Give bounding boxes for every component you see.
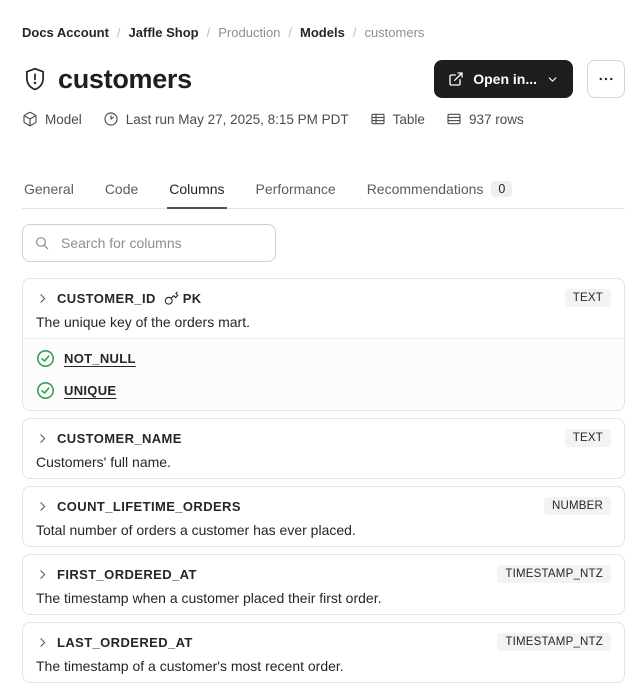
column-name[interactable]: CUSTOMER_ID (57, 291, 156, 306)
meta-materialization: Table (370, 111, 425, 127)
key-icon (164, 291, 179, 306)
external-link-icon (448, 71, 464, 87)
meta-resource-type: Model (22, 111, 82, 127)
pk-label: PK (182, 290, 202, 306)
tab-label: Performance (255, 181, 336, 197)
check-circle-icon (36, 381, 55, 400)
test-link[interactable]: UNIQUE (64, 383, 116, 398)
column-tests: NOT_NULL UNIQUE (23, 338, 624, 410)
meta-last-run: Last run May 27, 2025, 8:15 PM PDT (103, 111, 349, 127)
column-card-main: COUNT_LIFETIME_ORDERS NUMBER Total numbe… (23, 487, 624, 546)
more-options-button[interactable] (587, 60, 625, 98)
breadcrumb-item-docs-account[interactable]: Docs Account (22, 25, 109, 40)
column-name[interactable]: COUNT_LIFETIME_ORDERS (57, 499, 241, 514)
column-description: Total number of orders a customer has ev… (36, 522, 356, 538)
tab-performance[interactable]: Performance (254, 175, 338, 208)
column-card: CUSTOMER_NAME TEXT Customers' full name. (22, 418, 625, 479)
tab-label: Recommendations (366, 181, 484, 197)
breadcrumb-separator: / (288, 25, 293, 40)
rows-icon (446, 111, 462, 127)
chevron-right-icon[interactable] (36, 292, 49, 305)
breadcrumb: Docs Account / Jaffle Shop / Production … (22, 25, 625, 40)
column-card: COUNT_LIFETIME_ORDERS NUMBER Total numbe… (22, 486, 625, 547)
column-header-row[interactable]: COUNT_LIFETIME_ORDERS NUMBER (36, 496, 611, 516)
column-header-row[interactable]: FIRST_ORDERED_AT TIMESTAMP_NTZ (36, 564, 611, 584)
column-type-badge: TEXT (564, 289, 611, 307)
column-search (22, 224, 276, 262)
column-card-main: LAST_ORDERED_AT TIMESTAMP_NTZ The timest… (23, 623, 624, 682)
column-list: CUSTOMER_ID PK TEXT The unique key of th… (22, 278, 625, 683)
chevron-right-icon[interactable] (36, 636, 49, 649)
column-card: LAST_ORDERED_AT TIMESTAMP_NTZ The timest… (22, 622, 625, 683)
meta-resource-type-label: Model (45, 111, 82, 127)
column-card-main: CUSTOMER_ID PK TEXT The unique key of th… (23, 279, 624, 338)
breadcrumb-item-customers: customers (364, 25, 425, 40)
page-title: customers (58, 63, 192, 94)
chevron-right-icon[interactable] (36, 432, 49, 445)
breadcrumb-item-jaffle-shop[interactable]: Jaffle Shop (129, 25, 199, 40)
breadcrumb-separator: / (206, 25, 211, 40)
tab-columns[interactable]: Columns (167, 175, 227, 209)
column-type-badge: TEXT (564, 429, 611, 447)
table-icon (370, 111, 386, 127)
column-card: FIRST_ORDERED_AT TIMESTAMP_NTZ The times… (22, 554, 625, 615)
meta-last-run-label: Last run May 27, 2025, 8:15 PM PDT (125, 111, 349, 127)
tab-general[interactable]: General (22, 175, 76, 208)
column-header-row[interactable]: CUSTOMER_NAME TEXT (36, 428, 611, 448)
column-description: The unique key of the orders mart. (36, 314, 250, 330)
check-circle-icon (36, 349, 55, 368)
column-name[interactable]: LAST_ORDERED_AT (57, 635, 193, 650)
ellipsis-icon (597, 70, 615, 88)
title-row: customers Open in... (22, 60, 625, 98)
test-row: NOT_NULL (36, 349, 611, 368)
test-link[interactable]: NOT_NULL (64, 351, 136, 366)
column-description: Customers' full name. (36, 454, 171, 470)
tab-recommendations[interactable]: Recommendations 0 (365, 175, 515, 208)
tab-bar: General Code Columns Performance Recomme… (22, 175, 625, 209)
search-input[interactable] (59, 234, 264, 252)
column-header-row[interactable]: CUSTOMER_ID PK TEXT (36, 288, 611, 308)
tab-label: Code (104, 181, 139, 197)
page: Docs Account / Jaffle Shop / Production … (0, 0, 643, 683)
column-description: The timestamp of a customer's most recen… (36, 658, 344, 674)
breadcrumb-item-models[interactable]: Models (300, 25, 345, 40)
open-in-label: Open in... (473, 71, 537, 87)
breadcrumb-separator: / (116, 25, 121, 40)
column-type-badge: NUMBER (543, 497, 611, 515)
clock-icon (103, 111, 119, 127)
meta-row: Model Last run May 27, 2025, 8:15 PM PDT (22, 111, 625, 127)
tab-label: Columns (169, 181, 225, 197)
column-card-main: CUSTOMER_NAME TEXT Customers' full name. (23, 419, 624, 478)
shield-alert-icon (22, 66, 48, 92)
column-name[interactable]: CUSTOMER_NAME (57, 431, 182, 446)
open-in-button[interactable]: Open in... (434, 60, 573, 98)
column-name[interactable]: FIRST_ORDERED_AT (57, 567, 197, 582)
column-type-badge: TIMESTAMP_NTZ (497, 565, 611, 583)
meta-materialization-label: Table (392, 111, 425, 127)
recommendations-count-badge: 0 (491, 181, 513, 197)
column-description: The timestamp when a customer placed the… (36, 590, 382, 606)
test-row: UNIQUE (36, 381, 611, 400)
breadcrumb-item-production[interactable]: Production (218, 25, 280, 40)
chevron-down-icon (546, 73, 559, 86)
column-card: CUSTOMER_ID PK TEXT The unique key of th… (22, 278, 625, 411)
primary-key-indicator: PK (164, 291, 202, 306)
chevron-right-icon[interactable] (36, 500, 49, 513)
meta-row-count-label: 937 rows (468, 111, 524, 127)
cube-icon (22, 111, 38, 127)
breadcrumb-separator: / (352, 25, 357, 40)
column-type-badge: TIMESTAMP_NTZ (497, 633, 611, 651)
search-icon (34, 235, 50, 251)
header-actions: Open in... (434, 60, 625, 98)
column-header-row[interactable]: LAST_ORDERED_AT TIMESTAMP_NTZ (36, 632, 611, 652)
meta-row-count: 937 rows (446, 111, 524, 127)
column-card-main: FIRST_ORDERED_AT TIMESTAMP_NTZ The times… (23, 555, 624, 614)
tab-code[interactable]: Code (103, 175, 140, 208)
chevron-right-icon[interactable] (36, 568, 49, 581)
tab-label: General (24, 181, 74, 197)
